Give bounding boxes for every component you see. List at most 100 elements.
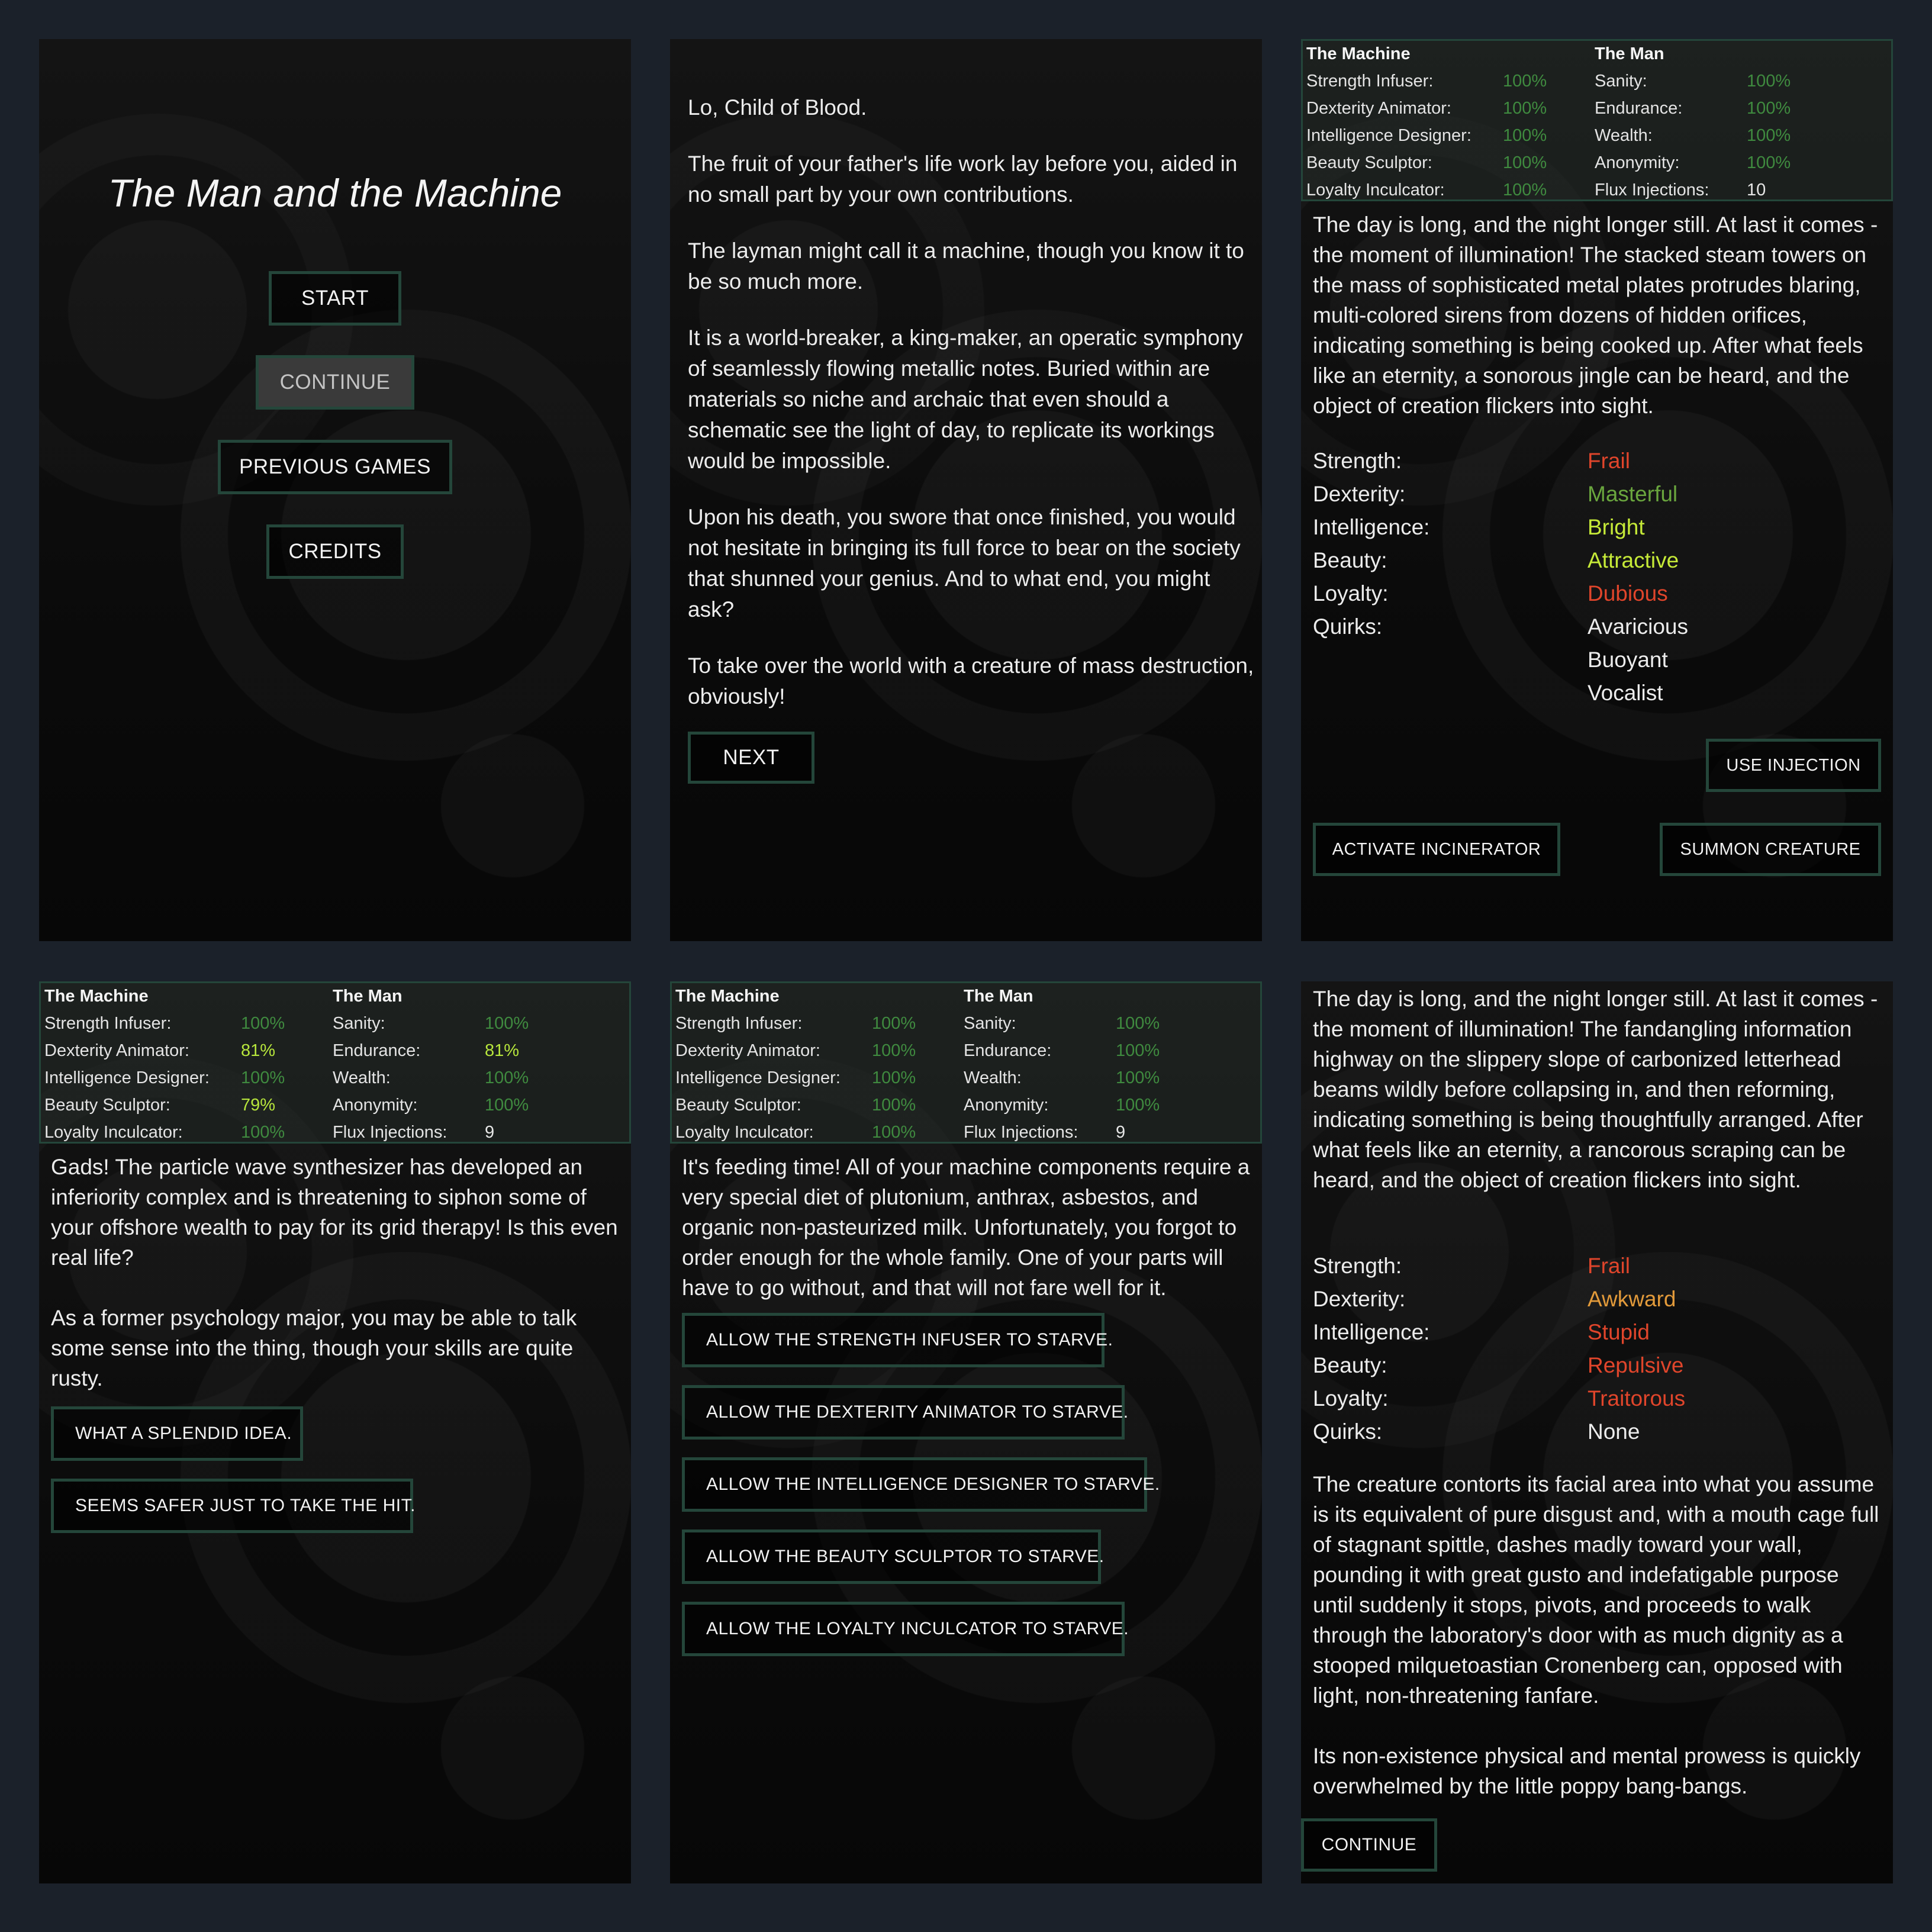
event-paragraph: Gads! The particle wave synthesizer has … — [51, 1155, 618, 1270]
attr-value: Dubious — [1588, 581, 1668, 606]
stat-value: 100% — [485, 1014, 529, 1033]
attr-label: Strength: — [1313, 1254, 1402, 1278]
stat-label: Loyalty Inculcator: — [675, 1123, 814, 1142]
attr-label: Quirks: — [1313, 1419, 1383, 1444]
stat-value: 100% — [1747, 99, 1791, 118]
stat-value: 81% — [241, 1041, 276, 1060]
attr-label: Dexterity: — [1313, 1287, 1406, 1311]
machine-header: The Machine — [675, 987, 780, 1006]
event-paragraph: As a former psychology major, you may be… — [51, 1306, 577, 1390]
next-button[interactable]: NEXT — [688, 732, 814, 784]
stat-value: 100% — [1503, 153, 1547, 172]
stat-value: 100% — [872, 1014, 916, 1033]
quirk-value: Buoyant — [1588, 648, 1668, 672]
machine-header: The Machine — [1306, 44, 1411, 63]
stat-value: 100% — [872, 1068, 916, 1087]
creation-description: The day is long, and the night longer st… — [1313, 212, 1878, 418]
attr-label: Intelligence: — [1313, 515, 1430, 539]
start-button[interactable]: START — [269, 271, 401, 326]
stats-panel: The Machine The Man Strength Infuser: 10… — [1301, 39, 1893, 201]
stat-label: Anonymity: — [1595, 153, 1680, 172]
intro-paragraph: It is a world-breaker, a king-maker, an … — [688, 326, 1243, 473]
intro-story: Lo, Child of Blood. The fruit of your fa… — [688, 92, 1256, 738]
stat-value: 100% — [872, 1123, 916, 1142]
stat-value: 81% — [485, 1041, 520, 1060]
event-description: It's feeding time! All of your machine c… — [682, 1155, 1250, 1300]
stat-label: Sanity: — [1595, 72, 1647, 91]
intro-panel: Lo, Child of Blood. The fruit of your fa… — [670, 39, 1262, 941]
stat-label: Dexterity Animator: — [44, 1041, 189, 1060]
stat-label: Dexterity Animator: — [675, 1041, 820, 1060]
stat-label: Wealth: — [964, 1068, 1022, 1087]
attr-value: Attractive — [1588, 548, 1679, 572]
machine-header: The Machine — [44, 987, 149, 1006]
attr-value: Stupid — [1588, 1320, 1650, 1344]
option-button[interactable]: ALLOW THE BEAUTY SCULPTOR TO STARVE. — [682, 1530, 1104, 1584]
attr-value: Awkward — [1588, 1287, 1676, 1311]
attr-label: Loyalty: — [1313, 581, 1389, 606]
stat-value: 100% — [1503, 99, 1547, 118]
stat-label: Dexterity Animator: — [1306, 99, 1451, 118]
stat-value: 10 — [1747, 181, 1766, 199]
outcome-text: The creature contorts its facial area in… — [1313, 1469, 1881, 1831]
stat-value: 9 — [485, 1123, 495, 1142]
stat-label: Beauty Sculptor: — [675, 1096, 801, 1115]
stat-value: 100% — [1503, 72, 1547, 91]
stat-value: 100% — [485, 1096, 529, 1115]
option-button[interactable]: ALLOW THE LOYALTY INCULCATOR TO STARVE. — [682, 1602, 1129, 1656]
stat-label: Flux Injections: — [333, 1123, 447, 1142]
attr-value: Traitorous — [1588, 1386, 1686, 1411]
stat-label: Endurance: — [1595, 99, 1683, 118]
option-button[interactable]: SEEMS SAFER JUST TO TAKE THE HIT. — [51, 1479, 415, 1533]
main-menu-panel: The Man and the Machine START CONTINUE P… — [39, 39, 631, 941]
stat-label: Beauty Sculptor: — [44, 1096, 170, 1115]
intro-paragraph: Lo, Child of Blood. — [688, 95, 867, 120]
intro-paragraph: The fruit of your father's life work lay… — [688, 152, 1238, 207]
creation-description: The day is long, and the night longer st… — [1313, 987, 1878, 1192]
option-button[interactable]: WHAT A SPLENDID IDEA. — [51, 1406, 303, 1461]
attr-label: Strength: — [1313, 449, 1402, 473]
stat-value: 100% — [1503, 181, 1547, 199]
stat-value: 9 — [1116, 1123, 1126, 1142]
previous-games-button[interactable]: PREVIOUS GAMES — [218, 440, 452, 494]
man-header: The Man — [333, 987, 402, 1006]
stat-label: Strength Infuser: — [1306, 72, 1434, 91]
stat-value: 100% — [1747, 126, 1791, 145]
man-header: The Man — [964, 987, 1033, 1006]
option-button[interactable]: ALLOW THE INTELLIGENCE DESIGNER TO STARV… — [682, 1457, 1160, 1512]
option-button[interactable]: ALLOW THE STRENGTH INFUSER TO STARVE. — [682, 1313, 1113, 1367]
stat-label: Sanity: — [964, 1014, 1016, 1033]
stat-value: 100% — [241, 1123, 285, 1142]
stats-panel: The Machine The Man Strength Infuser: 10… — [670, 981, 1262, 1144]
continue-button[interactable]: CONTINUE — [1301, 1818, 1437, 1872]
intro-paragraph: The layman might call it a machine, thou… — [688, 239, 1244, 294]
outcome-paragraph: The creature contorts its facial area in… — [1313, 1472, 1879, 1708]
stat-value: 100% — [1116, 1068, 1160, 1087]
stat-value: 100% — [1747, 153, 1791, 172]
quirk-value: Vocalist — [1588, 681, 1663, 705]
event-panel: The Machine The Man Strength Infuser: 10… — [670, 981, 1262, 1883]
summon-creature-button[interactable]: SUMMON CREATURE — [1660, 823, 1881, 876]
use-injection-button[interactable]: USE INJECTION — [1706, 739, 1881, 792]
attr-value: Repulsive — [1588, 1353, 1684, 1377]
stat-label: Intelligence Designer: — [44, 1068, 210, 1087]
stat-label: Loyalty Inculcator: — [44, 1123, 183, 1142]
attr-value: Frail — [1588, 449, 1630, 473]
event-panel: The Machine The Man Strength Infuser: 10… — [39, 981, 631, 1883]
stat-value: 100% — [1747, 72, 1791, 91]
credits-button[interactable]: CREDITS — [266, 524, 404, 579]
attr-value: Masterful — [1588, 482, 1678, 506]
stat-label: Sanity: — [333, 1014, 385, 1033]
option-button[interactable]: ALLOW THE DEXTERITY ANIMATOR TO STARVE. — [682, 1385, 1128, 1440]
stat-value: 100% — [1503, 126, 1547, 145]
stat-value: 100% — [872, 1041, 916, 1060]
stat-value: 100% — [1116, 1041, 1160, 1060]
quirk-value: None — [1588, 1419, 1640, 1444]
event-description: Gads! The particle wave synthesizer has … — [51, 1152, 619, 1424]
stat-value: 100% — [241, 1014, 285, 1033]
game-title: The Man and the Machine — [108, 171, 562, 215]
activate-incinerator-button[interactable]: ACTIVATE INCINERATOR — [1313, 823, 1560, 876]
creation-result-panel: The day is long, and the night longer st… — [1301, 981, 1893, 1883]
continue-button[interactable]: CONTINUE — [256, 355, 414, 410]
outcome-paragraph: Its non-existence physical and mental pr… — [1313, 1744, 1861, 1798]
